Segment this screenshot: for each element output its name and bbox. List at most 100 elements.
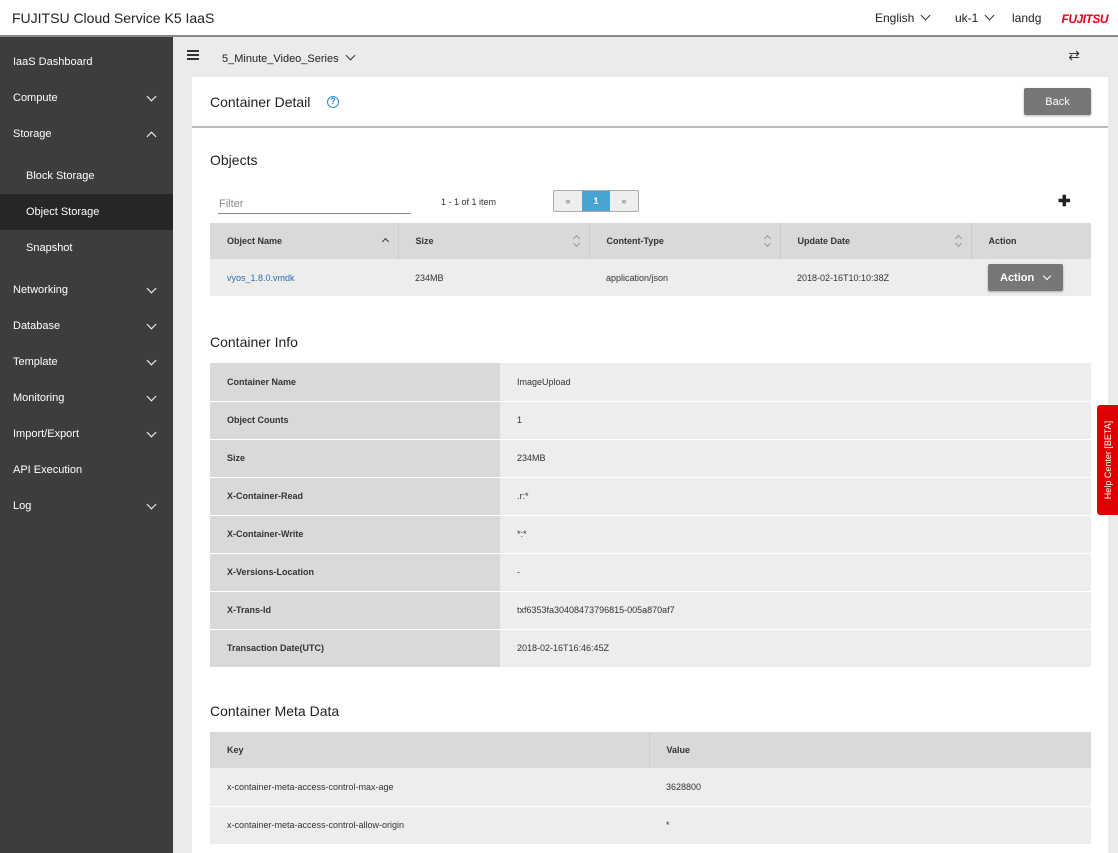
help-icon[interactable]: ? [327,96,339,108]
pagination: « 1 » [553,190,639,212]
sidebar-item-snapshot[interactable]: Snapshot [0,230,173,266]
sidebar-item-iaas-dashboard[interactable]: IaaS Dashboard [0,44,173,80]
info-value: ImageUpload [500,363,1091,402]
table-row: x-container-meta-access-control-max-age 3… [210,768,1091,807]
sidebar-item-object-storage[interactable]: Object Storage [0,194,173,230]
sidebar-item-networking[interactable]: Networking [0,272,173,308]
column-header-object-name[interactable]: Object Name [210,223,399,259]
pager-prev-button[interactable]: « [554,191,582,211]
chevron-down-icon [1042,271,1052,281]
sort-icon [574,236,580,246]
table-row: X-Trans-Id txf6353fa30408473796815-005a87… [210,591,1091,630]
filter-input[interactable] [218,194,411,214]
meta-key: x-container-meta-access-control-max-age [210,768,649,807]
sort-icon [765,236,771,246]
region-label: uk-1 [955,11,979,25]
sidebar: IaaS Dashboard Compute Storage Block Sto… [0,37,173,853]
column-label: Size [415,236,434,246]
help-center-label: Help Center [BETA] [1102,420,1113,500]
info-key: Container Name [210,363,500,402]
help-center-tab[interactable]: Help Center [BETA] [1097,405,1118,515]
sidebar-item-import-export[interactable]: Import/Export [0,416,173,452]
page-title: Container Detail [210,94,311,110]
info-key: X-Container-Write [210,515,500,554]
sidebar-item-compute[interactable]: Compute [0,80,173,116]
column-label: Object Name [227,236,283,246]
sidebar-item-database[interactable]: Database [0,308,173,344]
sidebar-item-label: Storage [13,128,52,140]
column-header-value: Value [649,732,1091,768]
sidebar-item-template[interactable]: Template [0,344,173,380]
chevron-down-icon [146,499,157,510]
cell-object-name: vyos_1.8.0.vmdk [210,259,398,296]
sort-icon [956,236,962,246]
chevron-up-icon [146,131,157,142]
info-key: Size [210,439,500,478]
action-dropdown-button[interactable]: Action [988,264,1063,291]
sidebar-item-log[interactable]: Log [0,488,173,524]
table-row: vyos_1.8.0.vmdk 234MB application/json 2… [210,259,1091,296]
column-header-update-date[interactable]: Update Date [780,223,972,259]
info-value: - [500,553,1091,592]
sidebar-item-block-storage[interactable]: Block Storage [0,158,173,194]
info-key: X-Trans-Id [210,591,500,630]
column-header-content-type[interactable]: Content-Type [589,223,781,259]
sidebar-item-label: Import/Export [13,428,80,440]
sidebar-item-label: Monitoring [13,392,65,404]
sidebar-item-label: Compute [13,92,58,104]
table-row: Transaction Date(UTC) 2018-02-16T16:46:45… [210,629,1091,668]
add-object-icon[interactable]: ✚ [1058,192,1071,210]
language-label: English [875,11,915,25]
chevron-down-icon [146,391,157,402]
back-button[interactable]: Back [1024,88,1091,115]
sidebar-item-storage[interactable]: Storage [0,116,173,152]
sort-ascending-icon [381,237,389,246]
sidebar-item-api-execution[interactable]: API Execution [0,452,173,488]
info-key: X-Container-Read [210,477,500,516]
page-header: Container Detail ? Back [192,77,1108,128]
sidebar-item-label: Networking [13,284,69,296]
chevron-down-icon [146,283,157,294]
meta-value: 3628800 [649,768,1091,807]
project-selector[interactable]: 5_Minute_Video_Series [222,50,356,65]
cell-update-date: 2018-02-16T10:10:38Z [780,259,971,296]
cell-action: Action [971,259,1091,296]
info-value: 234MB [500,439,1091,478]
info-value: .r:* [500,477,1091,516]
user-menu[interactable]: landg [1012,11,1041,25]
chevron-down-icon [146,427,157,438]
meta-value: * [649,806,1091,845]
top-bar: FUJITSU Cloud Service K5 IaaS English uk… [0,0,1118,37]
objects-table: Object Name Size Content-Type Update Dat… [210,223,1091,296]
menu-icon[interactable] [187,50,199,60]
chevron-down-icon [984,10,995,21]
objects-title: Objects [210,152,258,168]
info-value: txf6353fa30408473796815-005a870af7 [500,591,1091,630]
container-info-table: Container Name ImageUpload Object Counts 1… [210,363,1091,668]
fujitsu-logo: FUJITSU [1061,12,1108,26]
column-header-key: Key [210,732,650,768]
sidebar-item-label: Template [13,356,58,368]
table-row: Container Name ImageUpload [210,363,1091,402]
container-info-title: Container Info [210,334,298,350]
chevron-down-icon [146,319,157,330]
column-header-size[interactable]: Size [398,223,590,259]
column-label: Content-Type [606,236,664,246]
info-key: X-Versions-Location [210,553,500,592]
table-row: X-Container-Read .r:* [210,477,1091,516]
cell-content-type: application/json [589,259,780,296]
table-row: X-Container-Write *:* [210,515,1091,554]
info-key: Object Counts [210,401,500,440]
refresh-icon[interactable]: ⇄ [1068,47,1080,64]
region-selector[interactable]: uk-1 [955,10,995,25]
language-selector[interactable]: English [875,10,931,25]
object-link[interactable]: vyos_1.8.0.vmdk [227,273,295,283]
chevron-down-icon [146,91,157,102]
column-header-action: Action [971,223,1091,259]
project-bar: 5_Minute_Video_Series ⇄ [173,37,1118,77]
sidebar-item-monitoring[interactable]: Monitoring [0,380,173,416]
pager-next-button[interactable]: » [610,191,638,211]
pager-current-page[interactable]: 1 [582,191,610,211]
table-row: x-container-meta-access-control-allow-or… [210,806,1091,845]
info-value: 1 [500,401,1091,440]
